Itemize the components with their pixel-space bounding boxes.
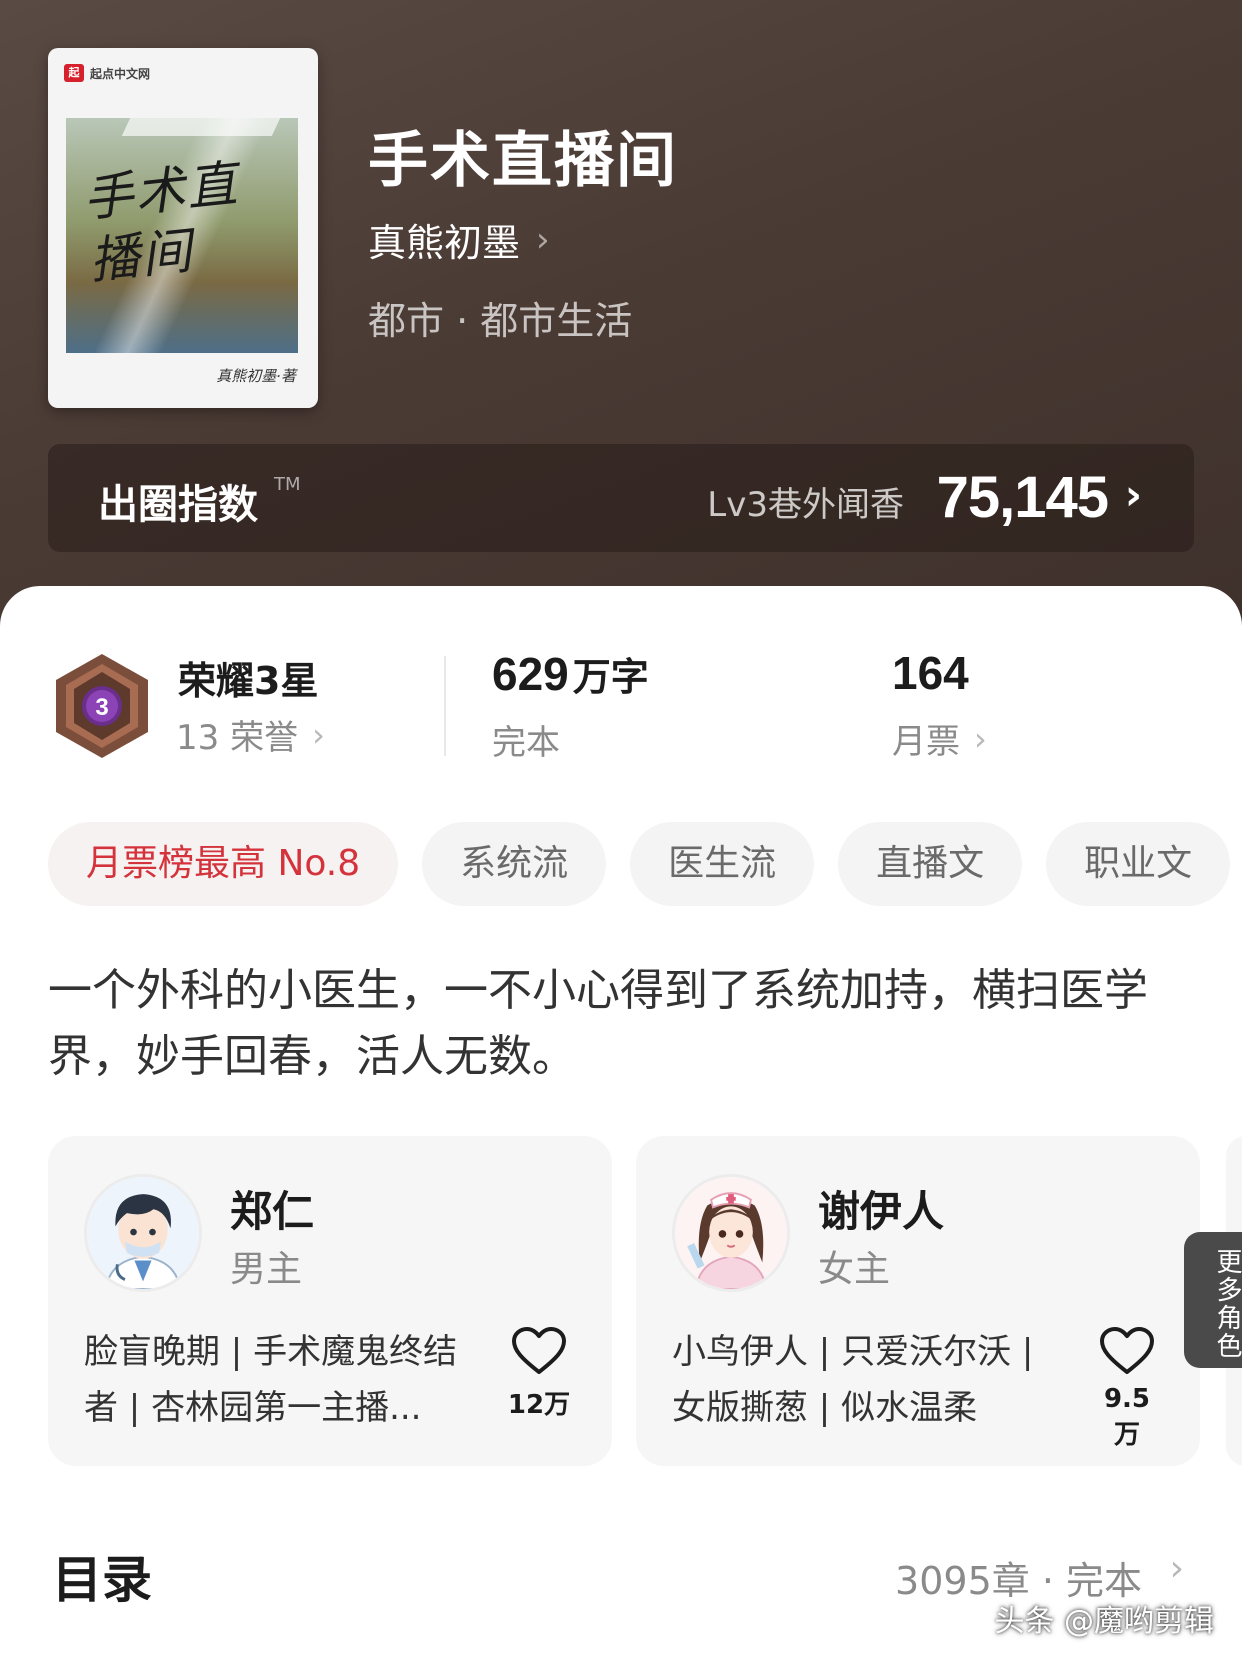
circle-index-score: 75,145 [936, 465, 1109, 530]
character-card[interactable]: 郑仁 男主 脸盲晚期 | 手术魔鬼终结者 | 杏林园第一主播... 12万 [48, 1136, 612, 1466]
cover-artwork: 手术直播间 [66, 118, 298, 353]
honor-count-link[interactable]: 13 荣誉 › [176, 710, 325, 759]
circle-index-level: Lv3巷外闻香 [707, 485, 904, 525]
tag-system[interactable]: 系统流 [422, 822, 607, 906]
cover-title: 手术直播间 [80, 154, 242, 291]
male-doctor-avatar-icon [87, 1177, 199, 1289]
trademark-mark: TM [274, 474, 301, 495]
completion-status: 完本 [492, 723, 560, 763]
character-name: 郑仁 [230, 1187, 315, 1236]
stats-row: 3 荣耀3星 13 荣誉 › 629 万字 完本 164 月票 › [0, 646, 1242, 766]
heart-icon [1100, 1327, 1154, 1374]
character-description: 脸盲晚期 | 手术魔鬼终结者 | 杏林园第一主播... [84, 1332, 458, 1428]
honor-count: 13 荣誉 [176, 718, 299, 758]
circle-index-bar[interactable]: 出圈指数 TM Lv3巷外闻香 75,145 › [48, 444, 1194, 552]
heart-icon [512, 1327, 566, 1374]
cover-brand-text: 起点中文网 [90, 66, 151, 81]
chevron-right-icon: › [536, 219, 550, 260]
character-avatar [672, 1174, 790, 1292]
word-count-unit: 万字 [572, 655, 649, 699]
circle-index-label: 出圈指数 [98, 482, 258, 528]
like-count: 12万 [507, 1390, 571, 1420]
character-role: 男主 [230, 1249, 303, 1290]
book-synopsis[interactable]: 一个外科的小医生，一不小心得到了系统加持，横扫医学界，妙手回春，活人无数。 [48, 958, 1188, 1090]
tag-doctor[interactable]: 医生流 [630, 822, 815, 906]
book-title: 手术直播间 [368, 126, 678, 196]
book-cover[interactable]: 起 起点中文网 手术直播间 真熊初墨·著 [48, 48, 318, 408]
character-card[interactable]: 谢伊人 女主 小鸟伊人 | 只爱沃尔沃 | 女版撕葱 | 似水温柔 9.5万 [636, 1136, 1200, 1466]
word-count-stat: 629 万字 完本 [492, 646, 649, 764]
more-roles-button[interactable]: 更多角色 [1184, 1232, 1242, 1368]
monthly-ticket-stat[interactable]: 164 月票 › [892, 646, 987, 763]
character-list: 郑仁 男主 脸盲晚期 | 手术魔鬼终结者 | 杏林园第一主播... 12万 谢伊… [48, 1136, 1242, 1466]
cover-author-signature: 真熊初墨·著 [216, 367, 296, 385]
chevron-right-icon: › [1124, 470, 1142, 519]
honor-title: 荣耀3星 [178, 659, 319, 703]
cover-light-strip [121, 118, 281, 136]
chevron-right-icon: › [312, 715, 325, 754]
character-description: 小鸟伊人 | 只爱沃尔沃 | 女版撕葱 | 似水温柔 [672, 1332, 1034, 1428]
author-name: 真熊初墨 [368, 221, 521, 265]
honor-badge-icon[interactable]: 3 [52, 652, 152, 760]
character-role: 女主 [818, 1249, 891, 1290]
book-detail-page: 起 起点中文网 手术直播间 真熊初墨·著 手术直播间 真熊初墨 › 都市 · 都… [0, 0, 1242, 1653]
honor-badge-number: 3 [95, 694, 108, 721]
tag-livestream[interactable]: 直播文 [838, 822, 1023, 906]
cover-brand: 起 起点中文网 [64, 64, 150, 82]
tag-profession[interactable]: 职业文 [1046, 822, 1231, 906]
monthly-ticket-label: 月票 [892, 722, 960, 762]
stats-divider [444, 656, 446, 756]
like-count: 9.5万 [1103, 1384, 1151, 1450]
toc-title: 目录 [52, 1551, 152, 1609]
character-avatar [84, 1174, 202, 1292]
monthly-ticket-value: 164 [892, 647, 969, 699]
character-name: 谢伊人 [818, 1187, 945, 1236]
watermark: 头条 @魔哟剪辑 [994, 1604, 1214, 1639]
author-link[interactable]: 真熊初墨 › [368, 212, 550, 267]
tag-monthly-rank[interactable]: 月票榜最高 No.8 [48, 822, 399, 906]
genre-label: 都市 · 都市生活 [368, 299, 633, 343]
word-count-value: 629 [492, 648, 569, 700]
female-nurse-avatar-icon [675, 1177, 787, 1289]
tag-list: 月票榜最高 No.8 系统流 医生流 直播文 职业文 [48, 822, 1231, 906]
qidian-logo-icon: 起 [64, 64, 84, 82]
chevron-right-icon[interactable]: › [1170, 1548, 1184, 1589]
like-button[interactable]: 9.5万 [1092, 1326, 1162, 1451]
like-button[interactable]: 12万 [504, 1326, 574, 1421]
book-info-card: 3 荣耀3星 13 荣誉 › 629 万字 完本 164 月票 › 月票榜最高 … [0, 586, 1242, 1653]
chevron-right-icon: › [974, 719, 987, 758]
